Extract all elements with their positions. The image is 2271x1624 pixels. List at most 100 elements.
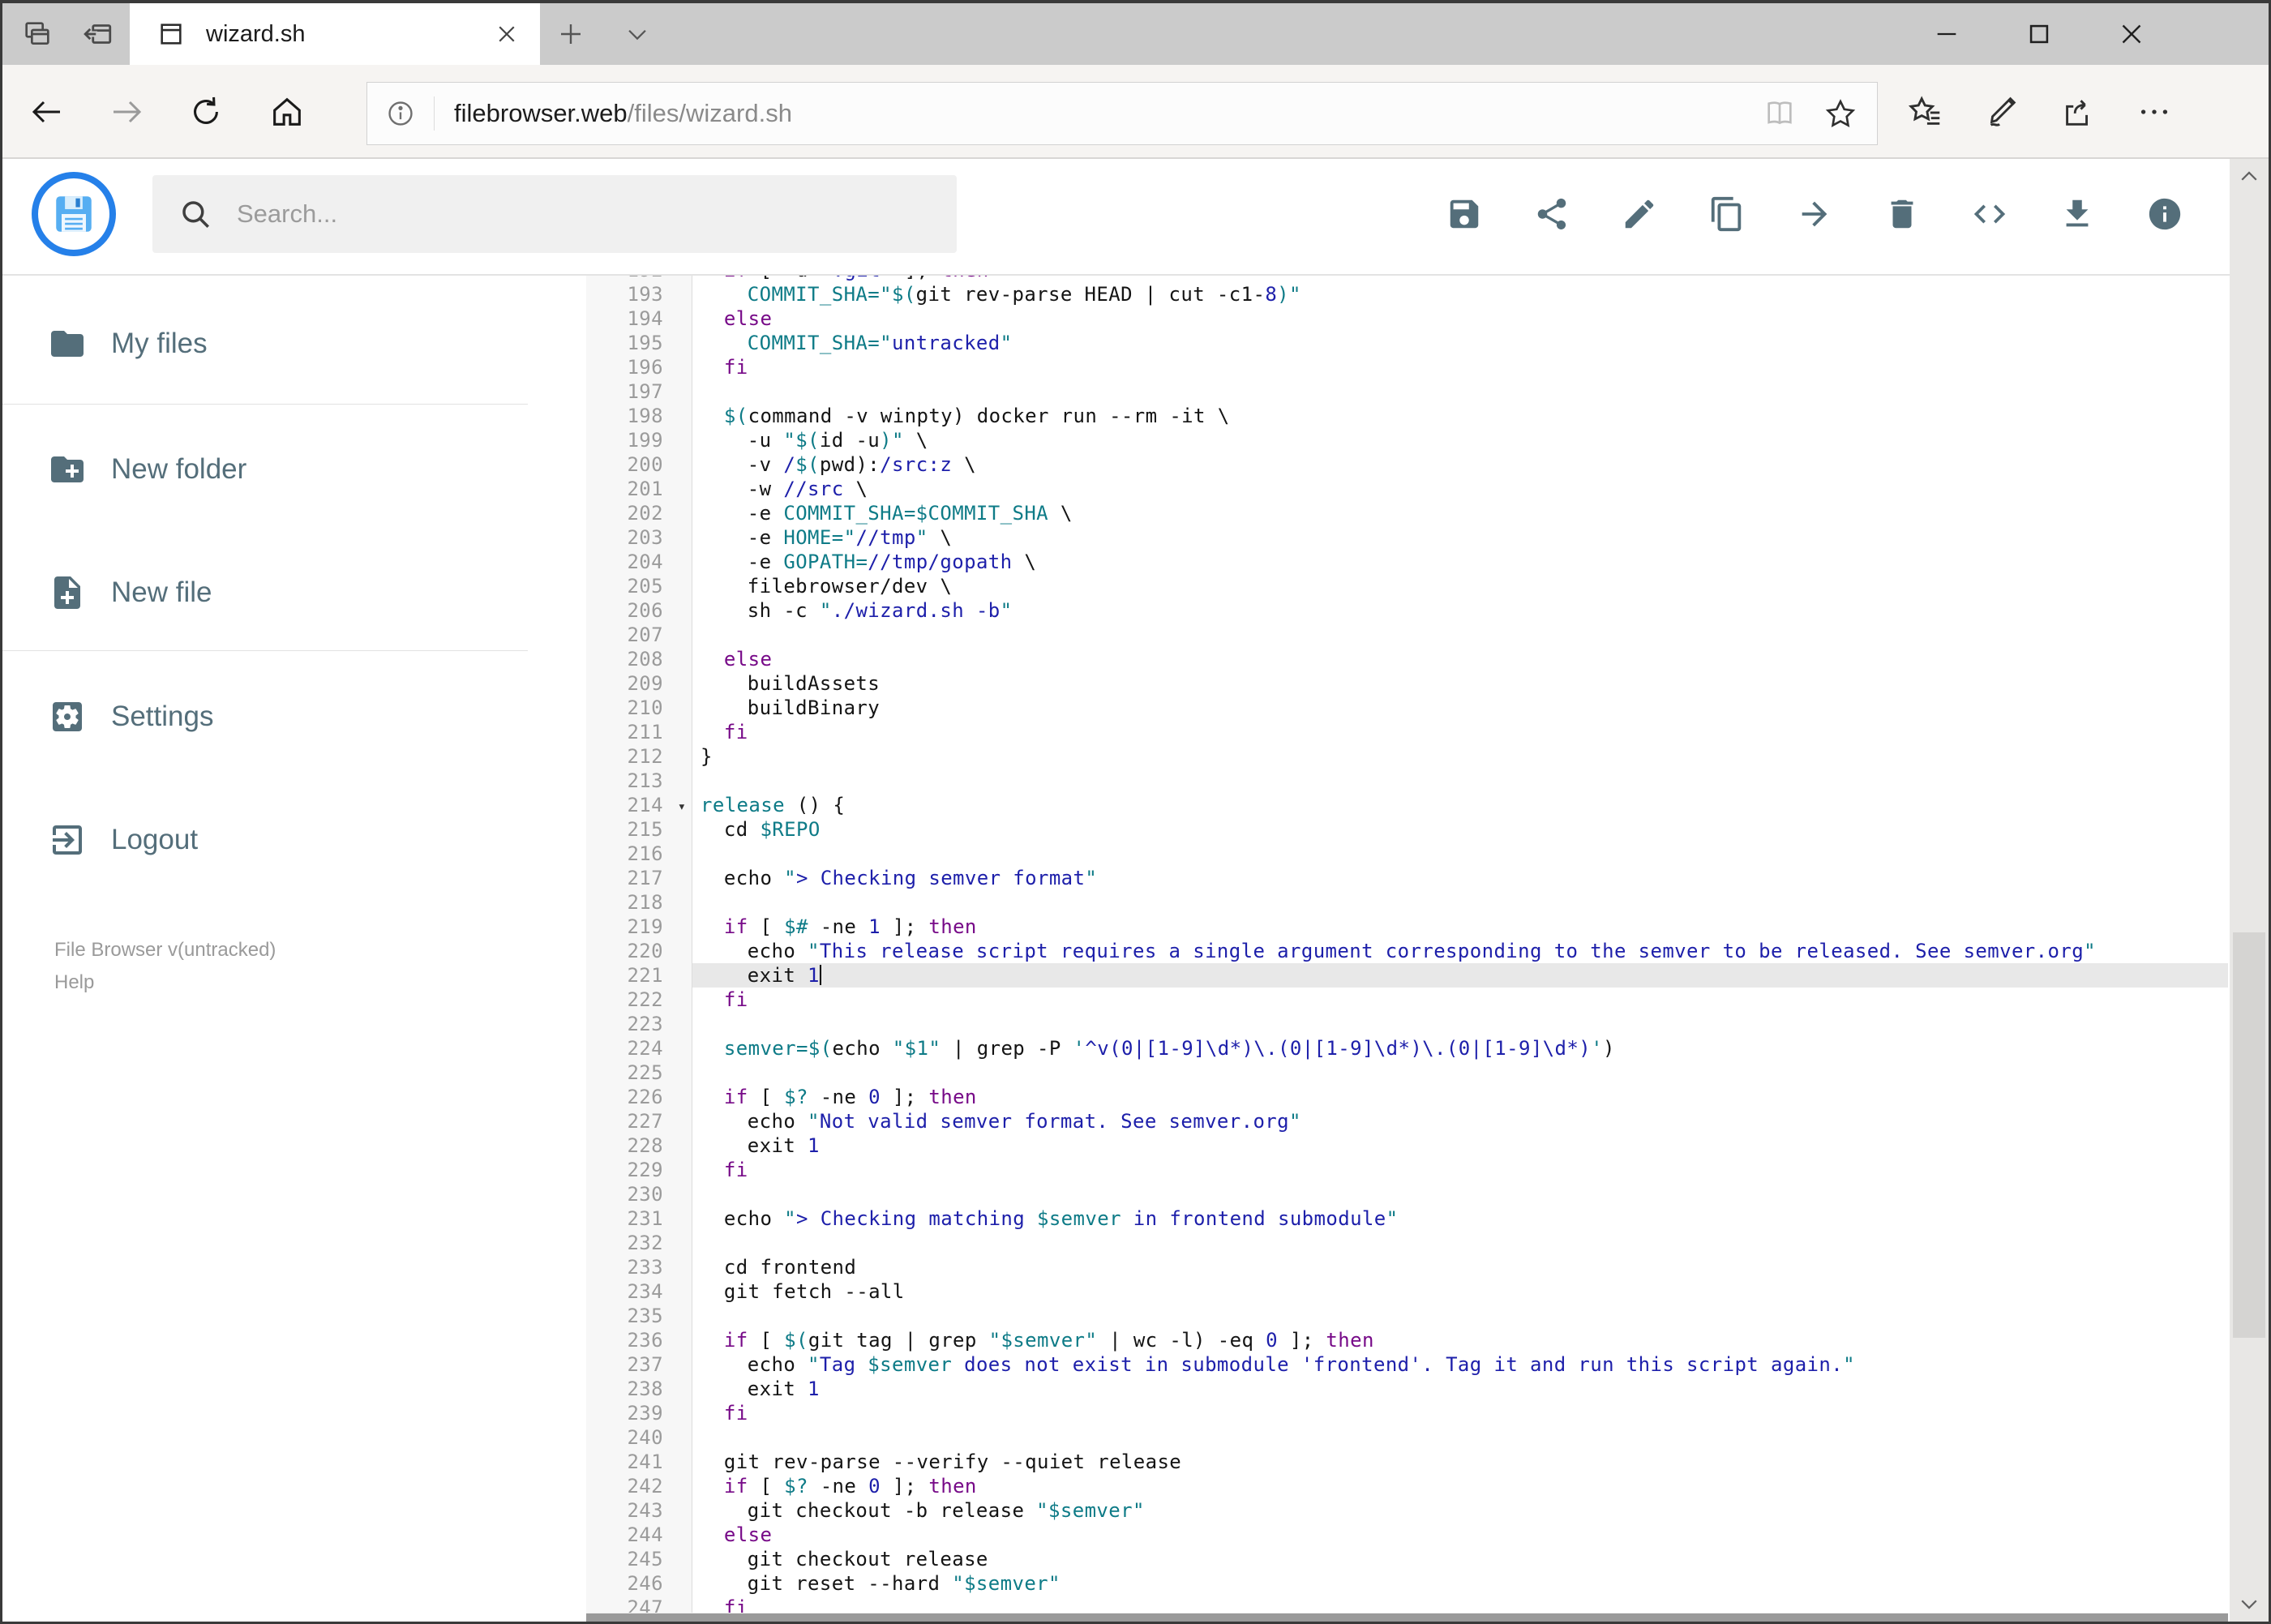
line-number[interactable]: 230 [586,1182,692,1206]
line-number[interactable]: 229 [586,1158,692,1182]
line-number[interactable]: 218 [586,890,692,915]
line-number[interactable]: 224 [586,1036,692,1061]
code-line-text[interactable]: exit 1 [692,1133,2228,1158]
code-line-text[interactable]: echo "Tag $semver does not exist in subm… [692,1352,2228,1377]
filebrowser-logo-icon[interactable] [32,172,116,256]
code-line-text[interactable]: -e HOME="//tmp" \ [692,525,2228,550]
download-button[interactable] [2033,178,2121,250]
code-line-text[interactable] [692,1012,2228,1036]
line-number[interactable]: 237 [586,1352,692,1377]
refresh-icon[interactable] [174,79,238,144]
line-number[interactable]: 200 [586,452,692,477]
share-button[interactable] [1508,178,1596,250]
line-number[interactable]: 215 [586,817,692,842]
code-line-text[interactable]: exit 1 [692,1377,2228,1401]
code-button[interactable] [1946,178,2033,250]
line-number[interactable]: 209 [586,671,692,696]
search-input[interactable] [235,199,957,229]
url-text[interactable]: filebrowser.web/files/wizard.sh [454,99,1763,128]
code-line-text[interactable] [692,1182,2228,1206]
new-tab-icon[interactable] [542,3,599,65]
code-line-text[interactable]: git checkout release [692,1547,2228,1571]
scroll-up-icon[interactable] [2230,159,2269,195]
line-number[interactable]: 236 [586,1328,692,1352]
reading-view-icon[interactable] [1763,97,1796,130]
scroll-down-icon[interactable] [2230,1586,2269,1622]
code-line-text[interactable] [692,1061,2228,1085]
vertical-scrollbar-thumb[interactable] [2233,932,2265,1338]
code-line-text[interactable]: if [ $# -ne 1 ]; then [692,915,2228,939]
code-line-text[interactable]: if [ $? -ne 0 ]; then [692,1085,2228,1109]
line-number[interactable]: 198 [586,404,692,428]
code-line-text[interactable] [692,1231,2228,1255]
share-page-icon[interactable] [2044,79,2112,144]
code-line-text[interactable] [692,379,2228,404]
line-number[interactable]: 205 [586,574,692,598]
code-line-text[interactable]: fi [692,988,2228,1012]
code-line-text[interactable]: echo "This release script requires a sin… [692,939,2228,963]
maximize-button[interactable] [1995,3,2084,65]
code-line-text[interactable]: } [692,744,2228,769]
code-line-text[interactable]: fi [692,1401,2228,1425]
code-line-text[interactable]: else [692,647,2228,671]
line-number[interactable]: 233 [586,1255,692,1279]
help-link[interactable]: Help [54,971,94,994]
minimize-button[interactable] [1902,3,1991,65]
page-info-icon[interactable] [385,98,416,129]
code-line-text[interactable]: if [ -d ".git" ]; then [692,276,2228,282]
edit-button[interactable] [1596,178,1683,250]
code-line-text[interactable]: -v /$(pwd):/src:z \ [692,452,2228,477]
line-number[interactable]: 214 ▾ [586,793,692,817]
code-line-text[interactable]: cd $REPO [692,817,2228,842]
code-line-text[interactable] [692,890,2228,915]
web-notes-pen-icon[interactable] [1968,79,2036,144]
home-icon[interactable] [255,79,319,144]
browser-tab-active[interactable]: wizard.sh [130,3,540,65]
delete-button[interactable] [1858,178,1946,250]
line-number[interactable]: 210 [586,696,692,720]
code-line-text[interactable]: fi [692,355,2228,379]
code-line-text[interactable]: buildAssets [692,671,2228,696]
forward-icon[interactable] [94,79,159,144]
code-line-text[interactable]: cd frontend [692,1255,2228,1279]
code-line-text[interactable]: git fetch --all [692,1279,2228,1304]
back-icon[interactable] [15,79,79,144]
code-line-text[interactable] [692,623,2228,647]
sidebar-item-settings[interactable]: Settings [2,694,586,739]
line-number[interactable]: 216 [586,842,692,866]
set-aside-tabs-icon[interactable] [69,3,126,65]
tab-close-icon[interactable] [495,22,519,46]
code-line-text[interactable]: -e COMMIT_SHA=$COMMIT_SHA \ [692,501,2228,525]
line-number[interactable]: 217 [586,866,692,890]
line-number[interactable]: 243 [586,1498,692,1523]
code-line-text[interactable]: COMMIT_SHA="untracked" [692,331,2228,355]
code-line-text[interactable]: filebrowser/dev \ [692,574,2228,598]
hub-icon[interactable] [1892,79,1960,144]
line-number[interactable]: 228 [586,1133,692,1158]
code-line-text[interactable]: semver=$(echo "$1" | grep -P '^v(0|[1-9]… [692,1036,2228,1061]
line-number[interactable]: 231 [586,1206,692,1231]
code-line-text[interactable]: if [ $(git tag | grep "$semver" | wc -l)… [692,1328,2228,1352]
code-line-text[interactable]: exit 1 [692,963,2228,988]
code-line-text[interactable] [692,769,2228,793]
more-options-icon[interactable] [2120,79,2188,144]
move-button[interactable] [1771,178,1858,250]
line-number[interactable]: 244 [586,1523,692,1547]
sidebar-item-logout[interactable]: Logout [2,817,586,863]
code-line-text[interactable]: git reset --hard "$semver" [692,1571,2228,1596]
line-number[interactable]: 227 [586,1109,692,1133]
code-line-text[interactable]: buildBinary [692,696,2228,720]
code-line-text[interactable]: git checkout -b release "$semver" [692,1498,2228,1523]
code-line-text[interactable] [692,842,2228,866]
code-line-text[interactable]: echo "> Checking matching $semver in fro… [692,1206,2228,1231]
line-number[interactable]: 206 [586,598,692,623]
tab-preview-icon[interactable] [9,3,66,65]
line-number[interactable]: 202 [586,501,692,525]
code-line-text[interactable]: -u "$(id -u)" \ [692,428,2228,452]
line-number[interactable]: 204 [586,550,692,574]
code-line-text[interactable]: fi [692,720,2228,744]
line-number[interactable]: 197 [586,379,692,404]
line-number[interactable]: 207 [586,623,692,647]
code-line-text[interactable]: fi [692,1158,2228,1182]
line-number[interactable]: 199 [586,428,692,452]
